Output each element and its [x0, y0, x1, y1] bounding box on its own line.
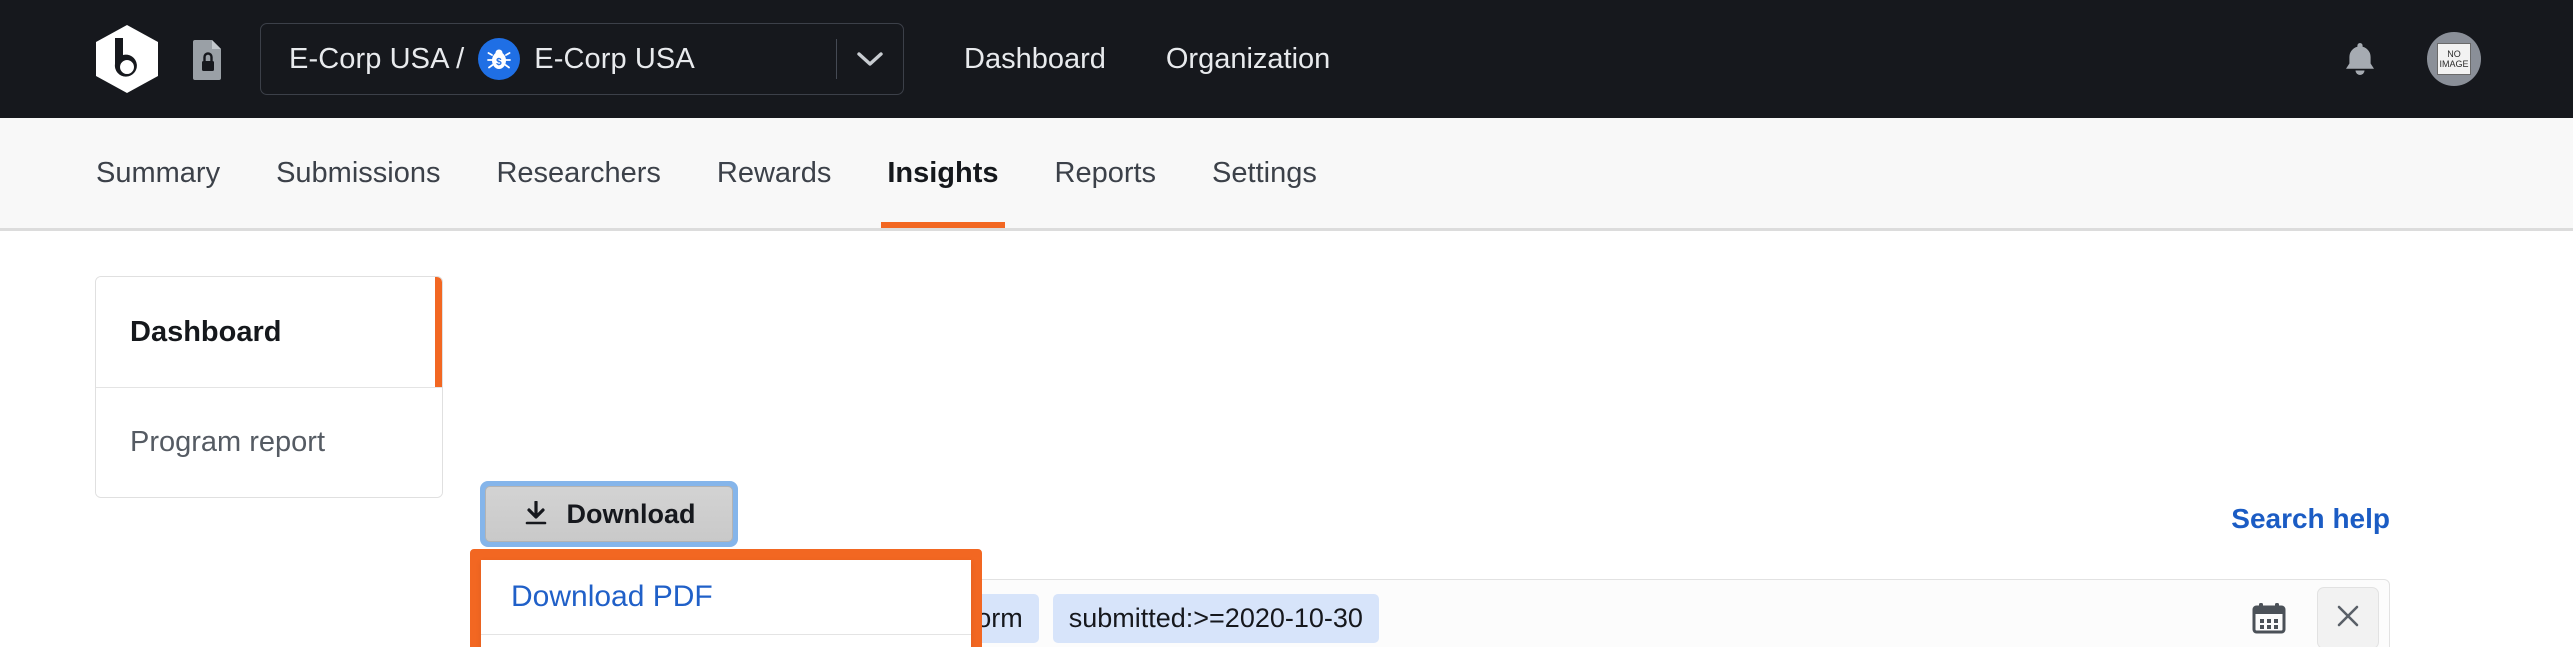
- locked-document-icon[interactable]: [188, 36, 228, 82]
- bugcrowd-logo-icon[interactable]: [88, 20, 166, 98]
- tab-reports[interactable]: Reports: [1027, 118, 1185, 228]
- clear-search-button[interactable]: [2317, 587, 2379, 647]
- insights-sidebar: Dashboard Program report: [95, 276, 443, 498]
- chevron-down-icon[interactable]: [837, 49, 903, 69]
- close-icon: [2334, 602, 2362, 635]
- tab-researchers-label: Researchers: [496, 156, 661, 189]
- program-name: E-Corp USA: [534, 42, 695, 75]
- notification-bell-icon[interactable]: [2339, 36, 2381, 82]
- download-dropdown-highlight: Download PDF Export submissions to CSV: [470, 549, 982, 647]
- svg-text:$: $: [496, 57, 502, 68]
- user-avatar[interactable]: NO IMAGE: [2427, 32, 2481, 86]
- sidebar-item-program-report-label: Program report: [130, 426, 326, 458]
- tab-submissions-label: Submissions: [276, 156, 441, 189]
- bug-bounty-icon: $: [478, 38, 521, 80]
- app-root: E-Corp USA / $ E-Corp USA Dashboard Orga…: [0, 0, 2573, 647]
- tab-settings-label: Settings: [1212, 156, 1317, 189]
- sidebar-item-dashboard-label: Dashboard: [130, 315, 282, 348]
- top-link-organization[interactable]: Organization: [1166, 43, 1330, 76]
- tab-insights[interactable]: Insights: [859, 118, 1026, 228]
- tab-submissions[interactable]: Submissions: [248, 118, 468, 228]
- org-program-selector[interactable]: E-Corp USA / $ E-Corp USA: [260, 23, 904, 95]
- avatar-placeholder-line1: NO: [2447, 49, 2461, 59]
- sidebar-item-dashboard[interactable]: Dashboard: [96, 277, 442, 387]
- search-help-link[interactable]: Search help: [2231, 503, 2390, 535]
- org-selector-label: E-Corp USA / $ E-Corp USA: [289, 38, 695, 80]
- download-button[interactable]: Download: [485, 486, 733, 542]
- tab-rewards-label: Rewards: [716, 156, 832, 189]
- program-tabs: Summary Submissions Researchers Rewards …: [0, 118, 2573, 231]
- tab-summary[interactable]: Summary: [68, 118, 248, 228]
- tab-summary-label: Summary: [96, 156, 221, 189]
- tab-rewards[interactable]: Rewards: [689, 118, 859, 228]
- main-content: Dashboard Program report Search help sou…: [0, 231, 2573, 647]
- top-nav-links: Dashboard Organization: [964, 43, 1330, 76]
- menu-item-download-pdf-label: Download PDF: [511, 579, 713, 613]
- tab-settings[interactable]: Settings: [1184, 118, 1345, 228]
- org-name: E-Corp USA /: [289, 42, 465, 75]
- download-button-label: Download: [566, 498, 696, 529]
- download-button-focus-ring: Download: [480, 481, 738, 547]
- top-header-bar: E-Corp USA / $ E-Corp USA Dashboard Orga…: [0, 0, 2573, 118]
- tab-researchers[interactable]: Researchers: [468, 118, 688, 228]
- download-icon: [523, 500, 549, 528]
- top-right-actions: NO IMAGE: [2339, 0, 2481, 118]
- menu-item-download-pdf[interactable]: Download PDF: [481, 560, 971, 634]
- download-dropdown-menu: Download PDF Export submissions to CSV: [481, 560, 971, 647]
- calendar-icon[interactable]: [2247, 596, 2291, 640]
- tab-reports-label: Reports: [1054, 156, 1157, 189]
- sidebar-item-program-report[interactable]: Program report: [96, 387, 442, 497]
- avatar-placeholder-line2: IMAGE: [2439, 59, 2469, 69]
- tab-insights-label: Insights: [887, 156, 999, 189]
- top-link-dashboard[interactable]: Dashboard: [964, 43, 1106, 76]
- menu-item-export-csv[interactable]: Export submissions to CSV: [481, 633, 971, 647]
- avatar-placeholder: NO IMAGE: [2437, 43, 2471, 75]
- filter-chip-submitted-date[interactable]: submitted:>=2020-10-30: [1052, 593, 1379, 643]
